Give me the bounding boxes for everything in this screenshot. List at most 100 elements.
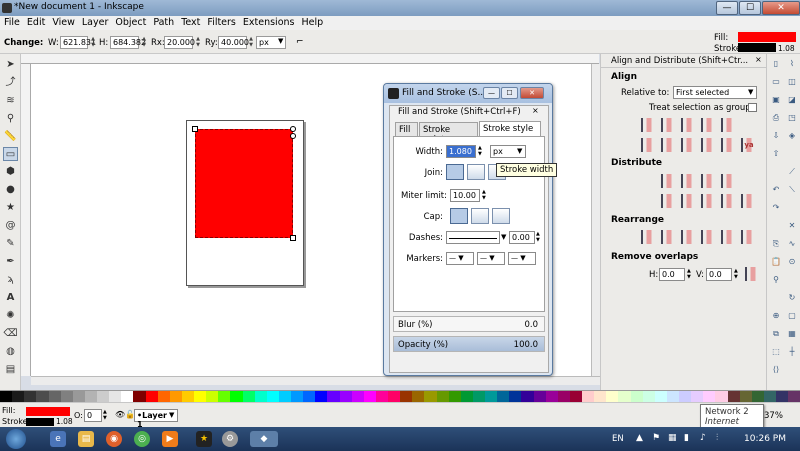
dialog-minimize-button[interactable]: — [483, 87, 500, 99]
distribute-baselines-icon[interactable] [741, 194, 755, 208]
spiral-tool-icon[interactable]: @ [3, 219, 18, 233]
calligraphy-tool-icon[interactable]: ϡ [3, 273, 18, 287]
export-icon[interactable]: ⇧ [770, 148, 782, 159]
tab-fill[interactable]: Fill [395, 122, 418, 136]
distribute-left-edges-icon[interactable] [661, 174, 675, 188]
close-button[interactable]: ✕ [762, 1, 800, 15]
snap-corners-icon[interactable]: ◳ [786, 112, 798, 123]
cap-butt-icon[interactable] [450, 208, 468, 224]
pencil-tool-icon[interactable]: ✎ [3, 237, 18, 251]
opacity-slider[interactable]: Opacity (%) 100.0 [393, 336, 545, 352]
align-top-edges-icon[interactable] [661, 138, 675, 152]
maximize-button[interactable]: ☐ [739, 1, 761, 15]
ellipse-tool-icon[interactable]: ● [3, 183, 18, 197]
red-rectangle[interactable] [195, 129, 293, 238]
dialog-maximize-button[interactable]: ☐ [501, 87, 518, 99]
snap-rotation-icon[interactable]: ↻ [786, 292, 798, 303]
graph-layout-icon[interactable] [641, 230, 655, 244]
distribute-bottom-edges-icon[interactable] [701, 194, 715, 208]
tray-flag-icon[interactable]: ⚑ [652, 433, 660, 443]
vertical-ruler[interactable] [21, 64, 31, 376]
chrome-icon[interactable]: ◎ [134, 431, 150, 447]
blur-slider[interactable]: Blur (%) 0.0 [393, 316, 545, 332]
align-left-to-right-icon[interactable] [721, 118, 735, 132]
gradient-tool-icon[interactable]: ▤ [3, 363, 18, 377]
align-right-edges-icon[interactable] [701, 118, 715, 132]
tray-power-icon[interactable]: ▮ [684, 433, 689, 443]
treat-as-group-checkbox[interactable] [748, 103, 757, 112]
menu-filters[interactable]: Filters [203, 16, 238, 28]
import-icon[interactable]: ⇩ [770, 130, 782, 141]
language-indicator[interactable]: EN [612, 434, 624, 444]
align-baselines-icon[interactable]: ya [741, 138, 755, 152]
menu-object[interactable]: Object [111, 16, 149, 28]
miter-limit-spinner[interactable]: ▲ ▼ [482, 189, 486, 201]
miter-limit-field[interactable]: 10.00 [450, 189, 480, 202]
menu-layer[interactable]: Layer [78, 16, 112, 28]
ry-spinner[interactable]: ▲ ▼ [247, 36, 255, 49]
tray-network-icon[interactable]: ▦ [668, 433, 677, 443]
xml-editor-icon[interactable]: ⟨⟩ [770, 364, 782, 375]
cap-round-icon[interactable] [471, 208, 489, 224]
stroke-width-spinner[interactable]: ▲ ▼ [478, 145, 482, 157]
zoom-fit-icon[interactable]: ⚲ [770, 274, 782, 285]
menu-help[interactable]: Help [297, 16, 326, 28]
height-spinner[interactable]: ▲ ▼ [140, 36, 148, 49]
relative-dropdown-icon[interactable]: ▼ [748, 88, 753, 96]
dialog-title-bar[interactable]: Fill and Stroke (S... — ☐ ✕ [384, 84, 552, 103]
zoom-page-icon[interactable]: ⊕ [770, 310, 782, 321]
dash-pattern-select[interactable] [446, 231, 500, 244]
horizontal-scrollbar[interactable] [31, 376, 600, 385]
layer-visibility-icon[interactable]: 👁 [115, 410, 125, 419]
header-close-icon[interactable]: × [532, 106, 539, 115]
rect-corners-reset-icon[interactable]: ⌐ [296, 37, 304, 47]
width-spinner[interactable]: ▲ ▼ [89, 36, 97, 49]
ry-field[interactable]: 40.000 [218, 36, 249, 49]
align-left-edges-icon[interactable] [661, 118, 675, 132]
menu-path[interactable]: Path [149, 16, 177, 28]
join-round-icon[interactable] [467, 164, 485, 180]
snap-paths-icon[interactable]: ⟍ [786, 184, 798, 195]
distribute-centers-v-icon[interactable] [681, 194, 695, 208]
fill-swatch[interactable] [738, 32, 796, 42]
app-star-icon[interactable]: ★ [196, 431, 212, 447]
layer-dropdown-icon[interactable]: ▼ [169, 411, 174, 419]
text-tool-icon[interactable]: A [3, 291, 18, 305]
inkscape-taskbar-icon[interactable]: ◆ [250, 431, 278, 447]
corner-radius-handle[interactable] [290, 126, 296, 132]
snap-midpoints-icon[interactable]: ◈ [786, 130, 798, 141]
unit-dropdown-icon[interactable]: ▼ [278, 37, 283, 45]
menu-extensions[interactable]: Extensions [239, 16, 298, 28]
mid-marker-select[interactable]: — ▼ [477, 252, 505, 265]
dock-close-icon[interactable]: × [755, 55, 762, 64]
exchange-clockwise-icon[interactable] [701, 230, 715, 244]
snap-toggle-icon[interactable]: ⌇ [786, 58, 798, 69]
menu-file[interactable]: File [0, 16, 23, 28]
h-gap-field[interactable]: 0.0 [659, 268, 685, 281]
distribute-right-edges-icon[interactable] [701, 174, 715, 188]
corner-radius-handle-2[interactable] [290, 133, 296, 139]
measure-tool-icon[interactable]: 📏 [3, 130, 18, 144]
join-miter-icon[interactable] [446, 164, 464, 180]
zoom-value[interactable]: 37% [764, 411, 783, 421]
distribute-centers-h-icon[interactable] [681, 174, 695, 188]
snap-smooth-icon[interactable]: ∿ [786, 238, 798, 249]
node-tool-icon[interactable]: ⤴ [3, 76, 18, 90]
opacity-field[interactable]: 0 [84, 409, 102, 422]
stroke-width-field[interactable]: 1.080 [446, 145, 476, 158]
distribute-gaps-h-icon[interactable] [721, 174, 735, 188]
undo-icon[interactable]: ↶ [770, 184, 782, 195]
redo-icon[interactable]: ↷ [770, 202, 782, 213]
rx-spinner[interactable]: ▲ ▼ [194, 36, 202, 49]
star-tool-icon[interactable]: ★ [3, 201, 18, 215]
randomize-centers-icon[interactable] [721, 230, 735, 244]
cap-square-icon[interactable] [492, 208, 510, 224]
snap-bbox-icon[interactable]: ◫ [786, 76, 798, 87]
exchange-z-order-icon[interactable] [681, 230, 695, 244]
center-vertical-axis-icon[interactable] [681, 118, 695, 132]
distribute-top-edges-icon[interactable] [661, 194, 675, 208]
h-gap-spinner[interactable]: ▲ ▼ [687, 268, 691, 280]
media-player-icon[interactable]: ▶ [162, 431, 178, 447]
resize-handle-br[interactable] [290, 235, 296, 241]
pen-tool-icon[interactable]: ✒ [3, 255, 18, 269]
